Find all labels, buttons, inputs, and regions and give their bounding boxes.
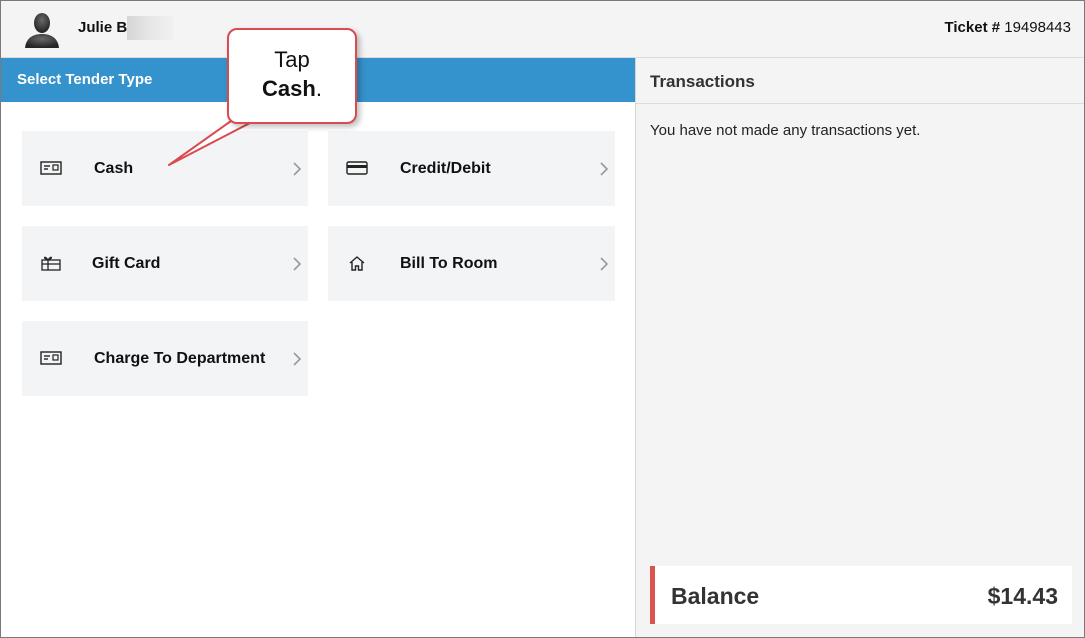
name-redaction [127,16,173,40]
tender-gift-card-button[interactable]: Gift Card [22,226,308,301]
user-avatar-icon[interactable] [23,12,61,48]
tender-charge-to-department-label: Charge To Department [94,350,266,367]
callout-line2: Cash. [229,76,355,102]
tender-bill-to-room-button[interactable]: Bill To Room [328,226,615,301]
chevron-right-icon [600,257,609,271]
chevron-right-icon [293,162,302,176]
tender-charge-to-department-button[interactable]: Charge To Department [22,321,308,396]
balance-amount: $14.43 [987,583,1058,609]
ticket-label: Ticket # [944,19,1001,36]
gift-icon [41,256,61,271]
transactions-panel: Transactions You have not made any trans… [636,58,1084,637]
balance-label: Balance [671,583,760,609]
callout-line1: Tap [274,47,310,72]
ticket-number: Ticket # 19498443 [944,19,1071,36]
tender-credit-debit-label: Credit/Debit [400,160,491,177]
chevron-right-icon [293,257,302,271]
callout-line2-bold: Cash [262,76,316,101]
app-window: Julie Bu Ticket # 19498443 Select Tender… [0,0,1085,638]
home-icon [349,256,365,271]
tender-gift-card-label: Gift Card [92,255,161,272]
transactions-empty-message: You have not made any transactions yet. [650,122,921,139]
callout-line2-suffix: . [315,76,322,101]
balance-summary: Balance $14.43 [650,566,1072,624]
ticket-value: 19498443 [1004,19,1071,36]
cash-icon [40,161,62,175]
tender-cash-label: Cash [94,160,134,177]
transactions-title: Transactions [650,72,755,91]
transactions-header: Transactions [636,58,1084,104]
chevron-right-icon [600,162,609,176]
instruction-callout: Tap Cash. [227,28,357,124]
credit-card-icon [346,161,368,175]
top-header: Julie Bu Ticket # 19498443 [1,1,1084,58]
department-card-icon [40,351,62,365]
chevron-right-icon [293,352,302,366]
tender-credit-debit-button[interactable]: Credit/Debit [328,131,615,206]
tender-type-title: Select Tender Type [17,71,153,88]
tender-bill-to-room-label: Bill To Room [400,255,498,272]
